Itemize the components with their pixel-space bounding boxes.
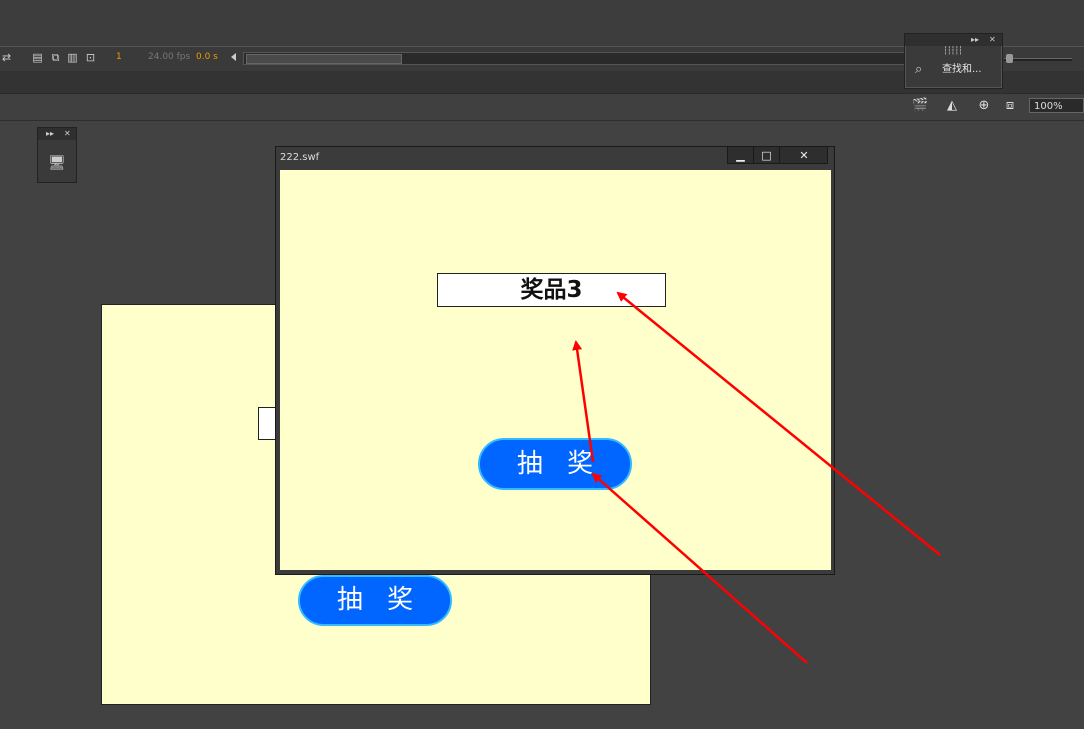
swf-preview-window: 222.swf ▁ □ ✕ 奖品3 抽 奖 bbox=[275, 146, 835, 575]
prize-display: 奖品3 bbox=[437, 273, 666, 307]
monitor-icon[interactable]: 🖥 bbox=[48, 154, 66, 172]
draw-button[interactable]: 抽 奖 bbox=[478, 438, 632, 490]
close-button[interactable]: ✕ bbox=[780, 147, 828, 164]
maximize-button[interactable]: □ bbox=[754, 147, 780, 164]
minimize-button[interactable]: ▁ bbox=[728, 147, 754, 164]
stage-draw-button[interactable]: 抽 奖 bbox=[298, 575, 452, 626]
swf-content-area: 奖品3 抽 奖 bbox=[280, 170, 831, 570]
clapper-icon[interactable]: 🎬 bbox=[912, 98, 928, 114]
collapsed-panel: ▸▸ ✕ 🖥 bbox=[37, 127, 77, 183]
timeline-scroll-thumb[interactable] bbox=[246, 54, 402, 64]
scroll-left-arrow-icon[interactable] bbox=[231, 53, 236, 61]
close-icon[interactable]: ✕ bbox=[989, 35, 996, 45]
center-stage-icon[interactable]: ⊕ bbox=[976, 98, 992, 114]
grip-icon: ┆┆┆┆┆ bbox=[943, 46, 963, 55]
timeline-zoom-knob[interactable] bbox=[1006, 54, 1013, 63]
onion-skin-icon[interactable]: ▤ bbox=[31, 51, 44, 64]
panel-header[interactable]: ▸▸ ✕ bbox=[38, 128, 76, 140]
close-icon[interactable]: ✕ bbox=[64, 129, 71, 139]
find-replace-panel: ▸▸ ✕ ┆┆┆┆┆ ⌕ 查找和... bbox=[904, 33, 1003, 89]
timeline-zoom-slider[interactable] bbox=[1004, 58, 1072, 61]
panel-header[interactable]: ▸▸ ✕ ┆┆┆┆┆ bbox=[905, 34, 1002, 55]
current-frame: 1 bbox=[116, 52, 122, 62]
symbol-icon[interactable]: ◭ bbox=[944, 98, 960, 114]
zoom-level-select[interactable]: 100% bbox=[1029, 98, 1084, 113]
frame-rate[interactable]: 24.00 fps bbox=[148, 51, 190, 63]
elapsed-time: 0.0 s bbox=[196, 52, 218, 62]
modify-markers-icon[interactable]: ⊡ bbox=[84, 51, 97, 64]
clip-content-icon[interactable]: ⧈ bbox=[1002, 98, 1018, 114]
window-controls: ▁ □ ✕ bbox=[727, 147, 828, 164]
edit-scene-icon[interactable]: ⇄ bbox=[0, 51, 13, 64]
find-replace-icon[interactable]: ⌕ bbox=[915, 62, 933, 78]
onion-outline-icon[interactable]: ⧉ bbox=[49, 51, 62, 64]
window-title: 222.swf bbox=[280, 152, 320, 163]
edit-multiple-frames-icon[interactable]: ▥ bbox=[66, 51, 79, 64]
collapse-icon[interactable]: ▸▸ bbox=[46, 129, 54, 139]
find-replace-label[interactable]: 查找和... bbox=[942, 64, 982, 76]
collapse-icon[interactable]: ▸▸ bbox=[971, 35, 979, 45]
